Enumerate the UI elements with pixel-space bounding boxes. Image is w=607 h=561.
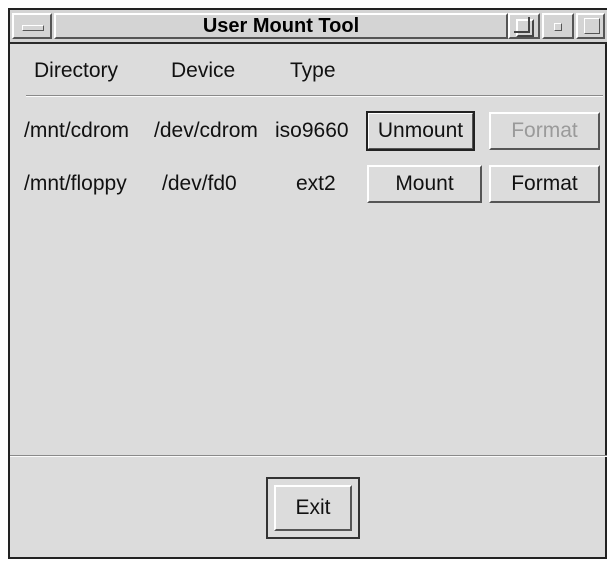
row-device: /dev/cdrom [154, 119, 258, 142]
maximize-icon [584, 18, 600, 34]
maximize-button[interactable] [576, 13, 605, 39]
title-bar: User Mount Tool [10, 10, 607, 44]
window-title[interactable]: User Mount Tool [54, 13, 508, 39]
row-device: /dev/fd0 [162, 172, 237, 195]
column-header-directory: Directory [34, 59, 119, 82]
resize-grip-button[interactable] [508, 13, 540, 39]
exit-default-frame: Exit [266, 477, 360, 539]
format-floppy-button[interactable]: Format [489, 165, 600, 203]
minimize-button[interactable] [542, 13, 574, 39]
row-type: iso9660 [275, 119, 349, 142]
mount-floppy-button[interactable]: Mount [367, 165, 482, 203]
user-mount-tool-window: User Mount Tool Directory Device Type /m… [8, 8, 607, 559]
unmount-cdrom-button[interactable]: Unmount [366, 111, 475, 151]
column-header-type: Type [290, 59, 336, 82]
header-separator [26, 95, 603, 97]
exit-button[interactable]: Exit [274, 485, 352, 531]
row-type: ext2 [296, 172, 336, 195]
row-directory: /mnt/cdrom [24, 119, 130, 142]
minimize-icon [554, 23, 562, 31]
window-menu-icon [22, 25, 44, 31]
window-menu-button[interactable] [12, 13, 52, 39]
footer-separator [10, 455, 607, 457]
resize-grip-icon-shadow [514, 17, 530, 33]
column-header-device: Device [171, 59, 236, 82]
row-directory: /mnt/floppy [24, 172, 127, 195]
format-cdrom-button: Format [489, 112, 600, 150]
